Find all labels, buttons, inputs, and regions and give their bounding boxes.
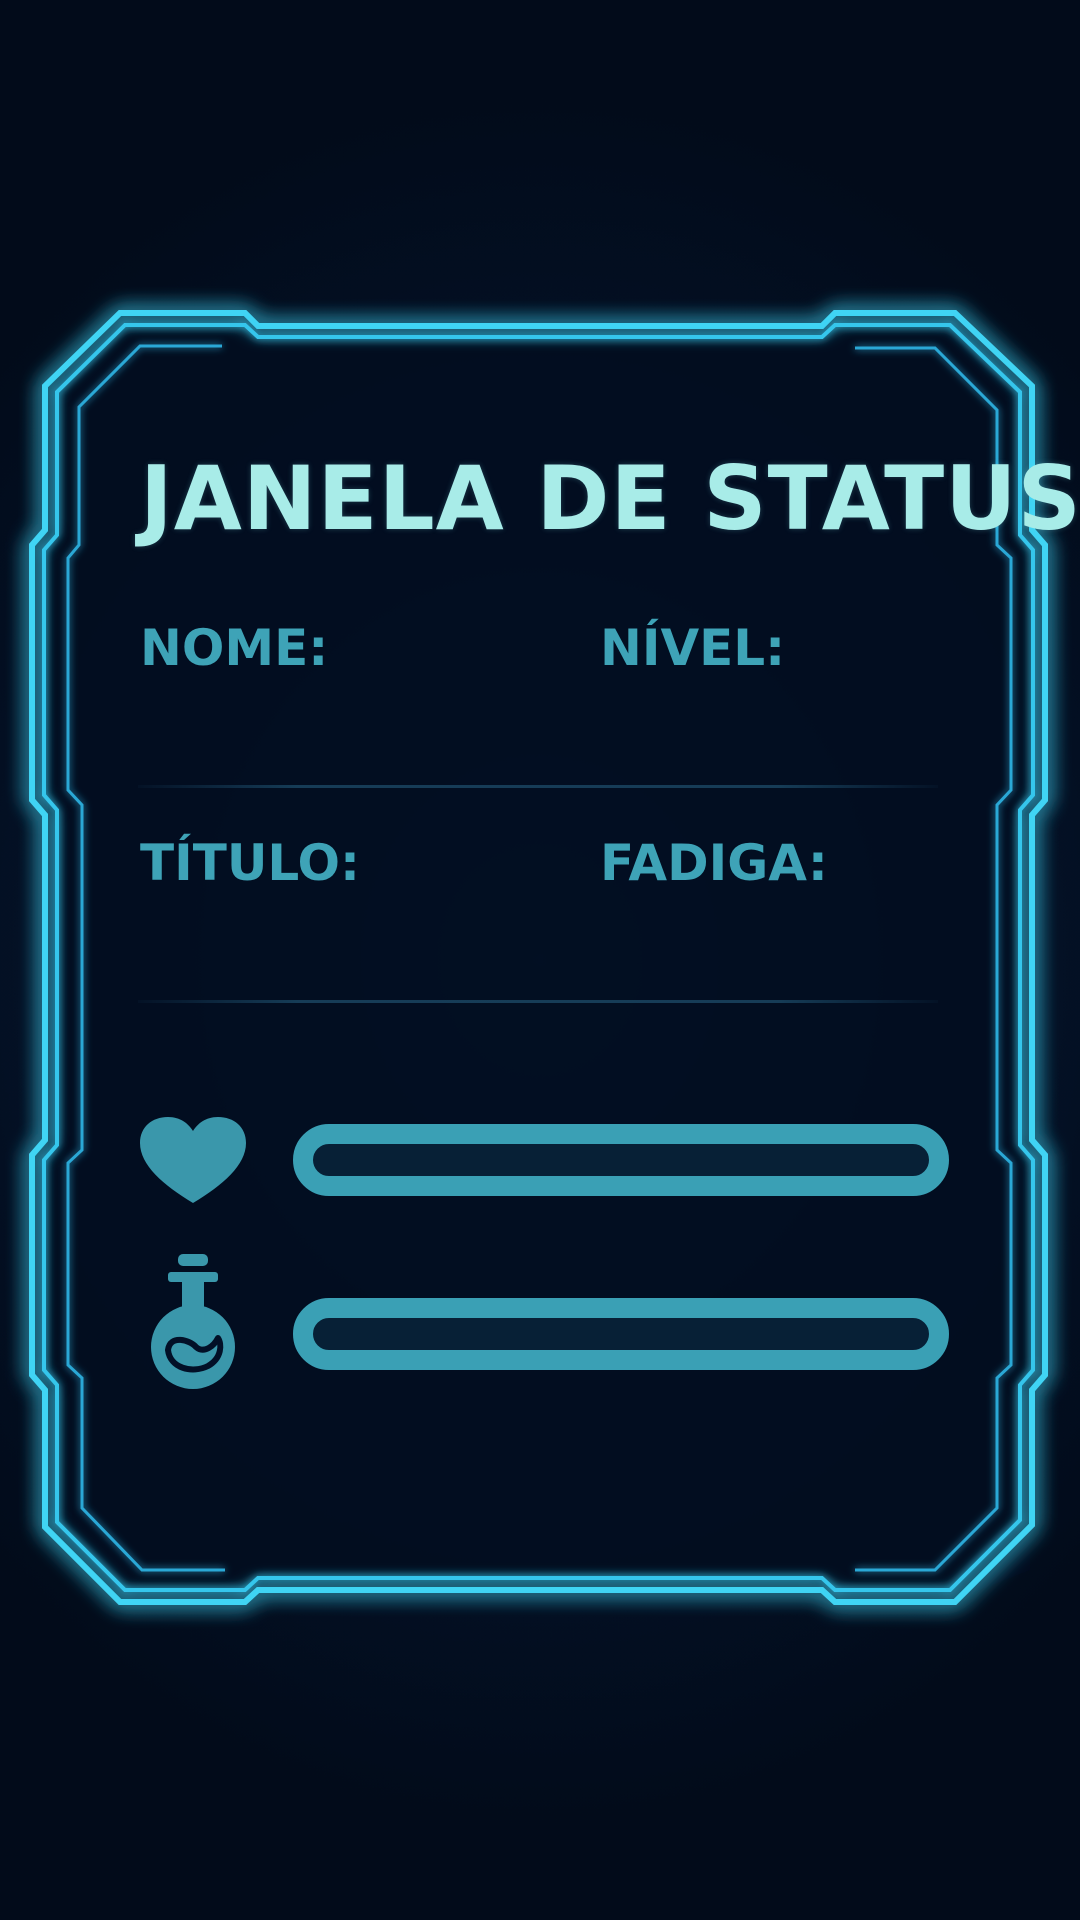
mana-bar [293,1298,949,1370]
potion-icon [151,1254,235,1389]
divider-top [138,785,938,788]
level-label: NÍVEL: [600,619,786,677]
health-bar [293,1124,949,1196]
title-label: TÍTULO: [140,834,360,892]
fatigue-label: FADIGA: [600,834,828,892]
window-title: JANELA DE STATUS [140,447,1080,550]
name-label: NOME: [140,619,329,677]
status-screen: JANELA DE STATUS NOME: NÍVEL: TÍTULO: FA… [0,0,1080,1920]
heart-icon [140,1117,246,1203]
status-window-frame [29,310,1048,1605]
divider-bottom [138,1000,938,1003]
